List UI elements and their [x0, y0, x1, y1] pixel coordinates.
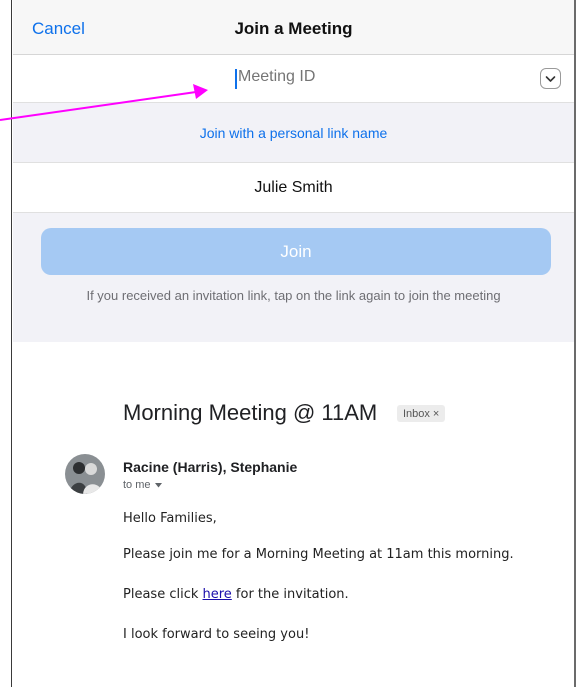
sender-avatar: [65, 454, 105, 494]
inbox-label: Inbox: [403, 407, 430, 420]
sender-name: Racine (Harris), Stephanie: [123, 459, 298, 475]
avatar-photo-icon: [65, 454, 105, 494]
recipient-details[interactable]: to me: [123, 479, 162, 491]
email-line-2: Please click here for the invitation.: [123, 587, 349, 602]
invitation-hint: If you received an invitation link, tap …: [86, 288, 501, 303]
email-line-3: I look forward to seeing you!: [123, 627, 310, 642]
meeting-history-dropdown-button[interactable]: [540, 68, 561, 89]
meeting-id-input[interactable]: [238, 68, 438, 86]
inbox-label-badge: Inbox ×: [397, 405, 446, 422]
email-message: Morning Meeting @ 11AM Inbox × Racine (H…: [13, 342, 574, 687]
page-title: Join a Meeting: [234, 19, 353, 38]
email-line-2-start: Please click: [123, 587, 203, 602]
caret-down-icon: [154, 482, 162, 487]
email-line-1: Please join me for a Morning Meeting at …: [123, 547, 514, 562]
remove-label-icon[interactable]: ×: [433, 408, 439, 420]
nav-bar: Cancel Join a Meeting: [13, 0, 574, 55]
display-name-field[interactable]: Julie Smith: [13, 162, 574, 213]
chevron-down-icon: [545, 75, 556, 82]
left-frame-border: [0, 0, 12, 687]
join-button[interactable]: Join: [41, 228, 551, 275]
text-cursor: [235, 69, 237, 89]
email-greeting: Hello Families,: [123, 511, 217, 526]
email-subject: Morning Meeting @ 11AM: [123, 400, 378, 425]
personal-link-button[interactable]: Join with a personal link name: [13, 103, 574, 162]
recipient-label: to me: [123, 479, 151, 491]
email-line-2-end: for the invitation.: [231, 587, 349, 602]
invitation-link[interactable]: here: [203, 587, 232, 602]
join-meeting-dialog: Cancel Join a Meeting Join with a person…: [13, 0, 574, 342]
meeting-id-row: [13, 55, 574, 103]
